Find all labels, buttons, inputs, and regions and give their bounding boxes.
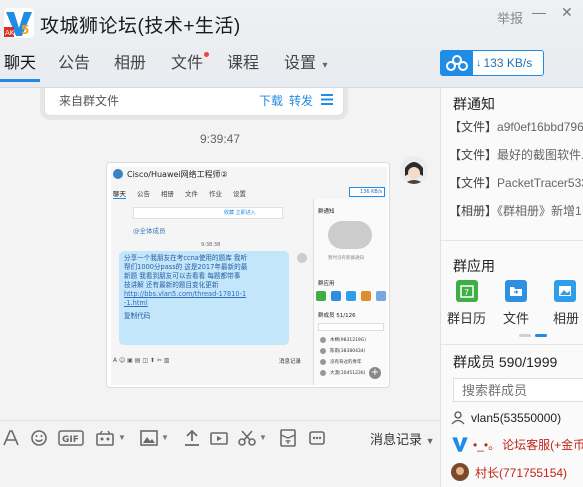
mini-apps (316, 291, 386, 301)
notice-item[interactable]: 【文件】a9f0ef16bbd79699 (449, 118, 583, 135)
group-logo-icon[interactable]: 5 AK (4, 8, 34, 38)
svg-text:5: 5 (21, 23, 29, 37)
group-notice-title: 群通知 (453, 96, 495, 112)
message-timestamp: 9:39:47 (199, 132, 241, 146)
sender-avatar[interactable] (400, 156, 428, 184)
divider (441, 344, 583, 345)
file-message-card[interactable]: 来自群文件 下载 转发 (44, 88, 344, 116)
group-title: 攻城狮论坛(技术+生活) (40, 16, 241, 37)
new-indicator-dot (204, 52, 210, 57)
file-source-label: 来自群文件 (59, 94, 120, 108)
group-apps-title: 群应用 (453, 258, 495, 274)
app-files-label[interactable]: 文件 (503, 308, 529, 327)
image-message[interactable]: Cisco/Huawei网络工程师② 聊天 公告 相册 文件 作业 设置 136… (106, 162, 390, 388)
gif-icon[interactable]: GIF (58, 429, 84, 447)
group-sidebar: 群通知 【文件】a9f0ef16bbd79699 【文件】最好的截图软件.e 【… (440, 88, 583, 487)
mini-tab-bar: 聊天 公告 相册 文件 作业 设置 (113, 190, 246, 199)
app-album-label[interactable]: 相册 (553, 308, 579, 327)
app-calendar-label[interactable]: 群日历 (447, 308, 486, 327)
svg-text:AK: AK (5, 29, 15, 37)
menu-icon[interactable] (321, 94, 333, 105)
red-packet-icon[interactable] (279, 429, 297, 447)
mini-group-logo-icon (113, 169, 123, 179)
close-icon[interactable]: ✕ (561, 4, 573, 21)
member-item[interactable]: vlan5(53550000) (451, 406, 561, 430)
download-link[interactable]: 下载 (259, 92, 283, 109)
chevron-down-icon: ▼ (425, 436, 435, 446)
notice-item[interactable]: 【相册】《群相册》新增1张 (449, 202, 583, 219)
chevron-down-icon[interactable]: ▼ (118, 433, 126, 442)
input-toolbar: GIF ▼ ▼ ▼ 消息记录 ▼ (0, 420, 440, 487)
notice-item[interactable]: 【文件】最好的截图软件.e (449, 146, 583, 163)
cloud-icon (441, 51, 473, 75)
upload-icon[interactable] (183, 429, 201, 447)
divider (441, 240, 583, 241)
mini-group-title: Cisco/Huawei网络工程师② (127, 170, 228, 179)
calendar-icon[interactable]: 7 (456, 280, 478, 302)
more-tools-icon[interactable] (308, 429, 326, 447)
member-logo-icon (452, 437, 468, 452)
chevron-down-icon[interactable]: ▼ (259, 433, 267, 442)
scissors-icon[interactable] (238, 429, 256, 447)
tab-settings[interactable]: 设置 ▾ (284, 52, 328, 82)
tab-courses[interactable]: 课程 (227, 52, 259, 82)
mini-message-bubble: 分享一个我朋友在考ccna使用的题库 我听 帮们1000分pass的 这是201… (119, 251, 289, 345)
mini-add-icon: + (369, 367, 381, 379)
member-search-input[interactable] (453, 378, 583, 402)
mini-file-actions: 收藏 立即进入 (133, 207, 283, 219)
page-dot[interactable] (519, 334, 531, 337)
mini-at-all: @全体成员 (133, 227, 166, 235)
mini-transfer-speed: 136 KB/s (349, 187, 385, 197)
member-item[interactable]: •_•。 论坛客服(+金币 (451, 432, 583, 456)
chat-message-area[interactable]: 来自群文件 下载 转发 9:39:47 Cisco/Huawei网络工程师② 聊… (0, 88, 440, 420)
group-members-title: 群成员 590/1999 (453, 354, 558, 370)
font-icon[interactable] (2, 429, 20, 447)
emoji-icon[interactable] (30, 429, 48, 447)
mini-empty-cloud-icon (328, 221, 372, 249)
mini-timestamp: 9:38:38 (201, 242, 221, 248)
mini-member-search (318, 323, 384, 331)
group-header: 5 AK 攻城狮论坛(技术+生活) 举报 — ✕ 聊天 公告 相册 文件 课程 … (0, 0, 583, 88)
transfer-speed: 133 KB/s (483, 56, 533, 70)
svg-text:7: 7 (464, 288, 469, 297)
member-item[interactable]: 村长(771755154) (451, 460, 567, 484)
chevron-down-icon: ▾ (322, 60, 328, 71)
admin-icon (451, 411, 465, 425)
embedded-screenshot: Cisco/Huawei网络工程师② 聊天 公告 相册 文件 作业 设置 136… (111, 167, 387, 385)
transfer-speed-widget[interactable]: ↓ 133 KB/s (440, 50, 544, 76)
tab-album[interactable]: 相册 (114, 52, 146, 82)
tab-announcements[interactable]: 公告 (58, 52, 90, 82)
album-icon[interactable] (554, 280, 576, 302)
vip-effects-icon[interactable] (96, 429, 114, 447)
forward-link[interactable]: 转发 (289, 92, 313, 109)
chevron-down-icon[interactable]: ▼ (161, 433, 169, 442)
tab-files[interactable]: 文件 (171, 52, 210, 82)
mini-sidebar: 群通知 暂时没有新群通知 群应用 群成员 51/126 木棉(9831219G)… (313, 199, 387, 385)
page-dot-active[interactable] (535, 334, 547, 337)
mini-avatar (297, 253, 307, 263)
image-icon[interactable] (140, 429, 158, 447)
tab-chat[interactable]: 聊天 (0, 52, 41, 82)
folder-icon[interactable] (505, 280, 527, 302)
member-avatar (451, 463, 469, 481)
report-link[interactable]: 举报 (497, 8, 523, 27)
minimize-icon[interactable]: — (532, 4, 546, 20)
video-icon[interactable] (210, 429, 228, 447)
message-history-button[interactable]: 消息记录 ▼ (370, 429, 435, 448)
svg-text:GIF: GIF (62, 435, 79, 445)
mini-history-label: 消息记录 (279, 359, 302, 365)
notice-item[interactable]: 【文件】PacketTracer533_s (449, 174, 583, 191)
